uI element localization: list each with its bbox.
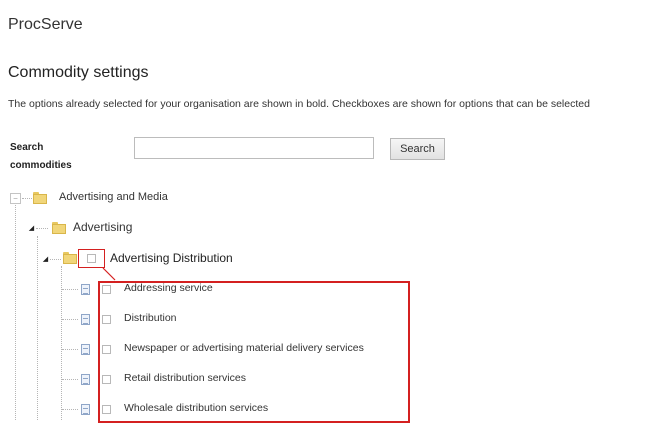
tree-node-label[interactable]: Advertising [73, 220, 132, 234]
document-icon [81, 344, 90, 355]
document-icon [81, 314, 90, 325]
document-icon [81, 374, 90, 385]
intro-text: The options already selected for your or… [8, 98, 590, 110]
document-icon [81, 284, 90, 295]
search-input[interactable] [134, 137, 374, 159]
tree-guide-line [15, 202, 16, 420]
tree-guide-line [62, 289, 78, 290]
annotation-box-large [98, 281, 410, 423]
page-title: Commodity settings [8, 64, 149, 81]
search-label-text: Search commodities [10, 142, 72, 171]
folder-icon [63, 252, 77, 264]
document-icon [81, 404, 90, 415]
tree-guide-line [50, 259, 61, 260]
triangle-icon[interactable]: ◢ [41, 255, 50, 264]
folder-icon [33, 192, 47, 204]
annotation-arrow-graphic [102, 267, 116, 281]
tree-guide-line [62, 349, 78, 350]
triangle-icon[interactable]: ◢ [27, 224, 36, 233]
annotation-box-small [78, 249, 105, 268]
tree-guide-line [36, 228, 48, 229]
tree-node-label[interactable]: Advertising and Media [59, 191, 168, 203]
search-button[interactable]: Search [390, 138, 445, 160]
minus-box-icon[interactable]: − [10, 193, 21, 204]
tree-guide-line [62, 409, 78, 410]
search-label: Search commodities [10, 139, 80, 175]
tree-guide-line [62, 379, 78, 380]
folder-icon [52, 222, 66, 234]
tree-guide-line [37, 236, 38, 420]
tree-guide-line [62, 319, 78, 320]
app-title: ProcServe [8, 16, 83, 33]
tree-node-label[interactable]: Advertising Distribution [110, 251, 233, 265]
tree-guide-line [22, 198, 32, 199]
